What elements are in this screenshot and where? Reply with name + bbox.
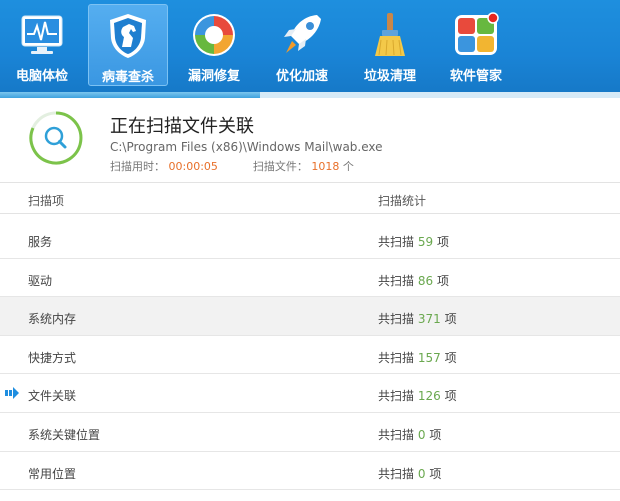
stat-prefix: 共扫描 (378, 389, 415, 404)
stat-suffix: 项 (444, 389, 457, 404)
scan-table-header: 扫描项 扫描统计 (0, 182, 620, 214)
software-tiles-icon (455, 12, 499, 55)
table-row[interactable]: 文件关联 共扫描 126 项 (0, 374, 620, 413)
scan-item-stat: 共扫描 157 项 (378, 349, 457, 366)
scan-item-name: 文件关联 (28, 389, 77, 404)
scan-magnifier-spinner-icon (29, 111, 83, 165)
scan-item-name: 系统关键位置 (28, 427, 101, 442)
stat-count: 371 (417, 312, 441, 327)
tool-label: 电脑体检 (15, 69, 68, 84)
elapsed-label: 扫描用时： (110, 160, 165, 173)
tool-label: 优化加速 (275, 69, 328, 84)
scan-status-title: 正在扫描文件关联 (110, 116, 254, 137)
horse-shield-icon (110, 14, 146, 58)
elapsed-value: 00:00:05 (168, 160, 218, 173)
scan-metrics: 扫描用时： 00:00:05 扫描文件： 1018 个 (110, 158, 354, 174)
files-unit: 个 (342, 160, 354, 173)
repair-ring-icon (193, 14, 235, 56)
stat-prefix: 共扫描 (378, 427, 415, 442)
tool-vulnerability-repair[interactable]: 漏洞修复 (174, 4, 254, 86)
scan-item-list: 服务 共扫描 59 项驱动 共扫描 86 项系统内存 共扫描 371 项快捷方式 共扫描… (0, 220, 620, 491)
stat-count: 59 (417, 235, 434, 249)
stat-count: 86 (417, 273, 434, 288)
column-header-item: 扫描项 (28, 194, 65, 208)
scan-status-panel: 正在扫描文件关联 C:\Program Files (x86)\Windows … (0, 98, 620, 182)
stat-prefix: 共扫描 (378, 466, 415, 481)
scan-item-name: 常用位置 (28, 466, 77, 481)
scan-item-stat: 共扫描 86 项 (378, 272, 449, 289)
scan-item-stat: 共扫描 371 项 (378, 310, 457, 327)
stat-suffix: 项 (444, 350, 457, 365)
current-item-arrow-icon (5, 387, 19, 400)
notification-dot-icon (487, 12, 499, 24)
stat-suffix: 项 (436, 273, 449, 288)
scan-item-stat: 共扫描 0 项 (378, 426, 441, 443)
tool-virus-scan[interactable]: 病毒查杀 (88, 4, 168, 86)
tool-software-manager[interactable]: 软件管家 (436, 4, 516, 86)
scan-item-name: 快捷方式 (28, 350, 77, 365)
scan-item-stat: 共扫描 126 项 (378, 387, 457, 404)
table-row[interactable]: 服务 共扫描 59 项 (0, 220, 620, 259)
tool-label: 病毒查杀 (101, 70, 154, 85)
stat-count: 157 (417, 350, 441, 365)
scan-item-name: 服务 (28, 235, 53, 249)
stat-suffix: 项 (429, 427, 442, 442)
stat-prefix: 共扫描 (378, 235, 415, 249)
stat-prefix: 共扫描 (378, 273, 415, 288)
broom-icon (375, 13, 405, 56)
stat-count: 0 (417, 466, 426, 481)
stat-suffix: 项 (429, 466, 442, 481)
table-row[interactable]: 常用位置 共扫描 0 项 (0, 451, 620, 491)
tool-label: 软件管家 (449, 69, 502, 84)
table-row[interactable]: 系统内存 共扫描 371 项 (0, 297, 620, 336)
table-row[interactable]: 系统关键位置 共扫描 0 项 (0, 412, 620, 452)
tool-pc-checkup[interactable]: 电脑体检 (2, 4, 82, 86)
scan-item-name: 系统内存 (28, 312, 77, 327)
table-row[interactable]: 驱动 共扫描 86 项 (0, 258, 620, 298)
scan-item-name: 驱动 (28, 273, 53, 288)
current-scan-path: C:\Program Files (x86)\Windows Mail\wab.… (110, 140, 383, 154)
main-toolbar: 电脑体检 病毒查杀 漏洞修复 优化加速 垃圾清理 软件管家 (0, 0, 620, 92)
tool-label: 漏洞修复 (187, 69, 240, 84)
table-row[interactable]: 快捷方式 共扫描 157 项 (0, 335, 620, 375)
stat-suffix: 项 (436, 235, 449, 249)
tool-label: 垃圾清理 (363, 69, 416, 84)
files-count: 1018 (311, 160, 340, 173)
stat-count: 126 (417, 389, 441, 404)
monitor-heartbeat-icon (21, 15, 63, 54)
stat-suffix: 项 (444, 312, 457, 327)
scan-item-stat: 共扫描 0 项 (378, 465, 441, 482)
column-header-stats: 扫描统计 (378, 194, 427, 208)
tool-optimize[interactable]: 优化加速 (262, 4, 342, 86)
stat-count: 0 (417, 427, 426, 442)
rocket-icon (284, 15, 321, 53)
tool-junk-cleanup[interactable]: 垃圾清理 (350, 4, 430, 86)
files-label: 扫描文件： (252, 160, 308, 173)
stat-prefix: 共扫描 (378, 312, 415, 327)
stat-prefix: 共扫描 (378, 350, 415, 365)
scan-item-stat: 共扫描 59 项 (378, 233, 449, 250)
